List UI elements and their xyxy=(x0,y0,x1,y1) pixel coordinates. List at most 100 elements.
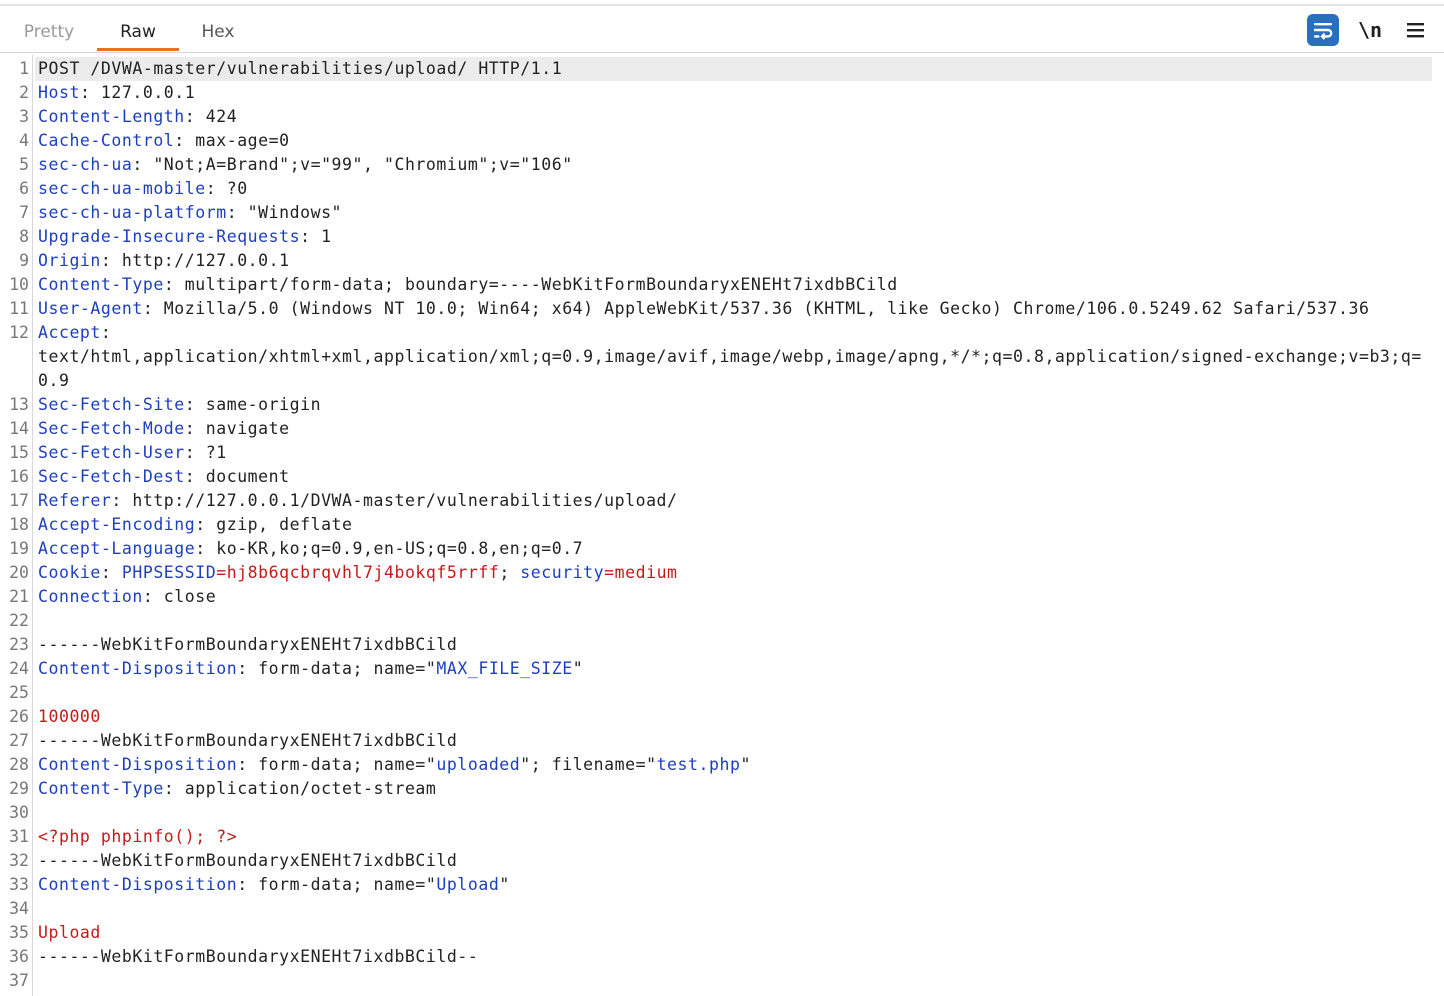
code-token: " xyxy=(740,755,751,774)
header-name: Content-Disposition xyxy=(38,875,238,894)
line-number: 26 xyxy=(9,707,29,726)
line-number: 8 xyxy=(19,227,29,246)
code-line[interactable]: Sec-Fetch-Dest: document xyxy=(38,465,290,489)
code-line[interactable]: Referer: http://127.0.0.1/DVWA-master/vu… xyxy=(38,489,678,513)
code-line[interactable]: Sec-Fetch-Mode: navigate xyxy=(38,417,290,441)
code-line[interactable]: 100000 xyxy=(38,705,101,729)
header-name: Origin xyxy=(38,251,101,270)
code-line[interactable]: Sec-Fetch-User: ?1 xyxy=(38,441,227,465)
header-name: sec-ch-ua xyxy=(38,155,133,174)
code-token: =medium xyxy=(604,563,678,582)
line-number: 36 xyxy=(9,947,29,966)
line-number: 31 xyxy=(9,827,29,846)
code-line[interactable]: sec-ch-ua-platform: "Windows" xyxy=(38,201,342,225)
code-token: ------WebKitFormBoundaryxENEHt7ixdbBCild xyxy=(38,635,458,654)
header-name: Content-Type xyxy=(38,779,164,798)
line-number: 32 xyxy=(9,851,29,870)
header-name: Referer xyxy=(38,491,112,510)
header-name: sec-ch-ua-mobile xyxy=(38,179,206,198)
code-token: : 1 xyxy=(300,227,332,246)
code-line[interactable]: Sec-Fetch-Site: same-origin xyxy=(38,393,321,417)
view-tab-bar: Pretty Raw Hex \n xyxy=(0,6,1444,53)
line-number: 11 xyxy=(9,299,29,318)
header-name: sec-ch-ua-platform xyxy=(38,203,227,222)
code-token: ; xyxy=(499,563,521,582)
header-name: Sec-Fetch-Mode xyxy=(38,419,185,438)
code-token: : "Not;A=Brand";v="99", "Chromium";v="10… xyxy=(132,155,573,174)
code-line[interactable]: sec-ch-ua-mobile: ?0 xyxy=(38,177,248,201)
header-name: Upgrade-Insecure-Requests xyxy=(38,227,301,246)
code-token: <?php phpinfo(); ?> xyxy=(38,827,238,846)
text-wrap-button[interactable] xyxy=(1307,14,1339,46)
code-line[interactable]: Upgrade-Insecure-Requests: 1 xyxy=(38,225,332,249)
code-line[interactable]: Content-Disposition: form-data; name="up… xyxy=(38,753,751,777)
line-number: 20 xyxy=(9,563,29,582)
code-token: "; filename=" xyxy=(520,755,657,774)
header-name: Sec-Fetch-Site xyxy=(38,395,185,414)
line-number: 9 xyxy=(19,251,29,270)
header-name: Accept-Encoding xyxy=(38,515,196,534)
code-token: text/html,application/xhtml+xml,applicat… xyxy=(38,347,1422,366)
line-number: 34 xyxy=(9,899,29,918)
code-line[interactable]: Content-Disposition: form-data; name="Up… xyxy=(38,873,510,897)
code-line[interactable]: Content-Length: 424 xyxy=(38,105,237,129)
code-token: Upload xyxy=(436,875,500,894)
raw-request-editor[interactable]: 1 POST /DVWA-master/vulnerabilities/uploa… xyxy=(0,55,1444,996)
tab-raw[interactable]: Raw xyxy=(97,6,179,52)
code-line[interactable]: POST /DVWA-master/vulnerabilities/upload… xyxy=(38,57,562,81)
line-number: 27 xyxy=(9,731,29,750)
header-name: Cookie xyxy=(38,563,101,582)
code-line[interactable]: Content-Type: application/octet-stream xyxy=(38,777,436,801)
code-line[interactable]: ------WebKitFormBoundaryxENEHt7ixdbBCild xyxy=(38,729,457,753)
code-token: : gzip, deflate xyxy=(195,515,353,534)
code-token: POST /DVWA-master/vulnerabilities/upload… xyxy=(38,59,563,78)
code-line[interactable]: Host: 127.0.0.1 xyxy=(38,81,195,105)
code-token: : xyxy=(100,323,112,342)
code-line[interactable]: Accept-Language: ko-KR,ko;q=0.9,en-US;q=… xyxy=(38,537,583,561)
gutter-divider xyxy=(32,55,33,996)
tab-hex[interactable]: Hex xyxy=(189,6,247,52)
code-line[interactable]: <?php phpinfo(); ?> xyxy=(38,825,237,849)
menu-button[interactable] xyxy=(1400,14,1432,46)
line-number: 28 xyxy=(9,755,29,774)
code-token: : form-data; name=" xyxy=(237,875,437,894)
code-line[interactable]: Cookie: PHPSESSID=hj8b6qcbrqvhl7j4bokqf5… xyxy=(38,561,678,585)
code-line[interactable]: Content-Disposition: form-data; name="MA… xyxy=(38,657,583,681)
code-line[interactable]: Content-Type: multipart/form-data; bound… xyxy=(38,273,898,297)
code-line[interactable]: text/html,application/xhtml+xml,applicat… xyxy=(38,345,1422,369)
line-number: 6 xyxy=(19,179,29,198)
code-line[interactable]: ------WebKitFormBoundaryxENEHt7ixdbBCild xyxy=(38,849,457,873)
code-token: : xyxy=(100,563,122,582)
header-name: Host xyxy=(38,83,80,102)
code-line[interactable]: sec-ch-ua: "Not;A=Brand";v="99", "Chromi… xyxy=(38,153,573,177)
code-token: : navigate xyxy=(184,419,290,438)
code-line[interactable]: Origin: http://127.0.0.1 xyxy=(38,249,290,273)
line-number: 7 xyxy=(19,203,29,222)
code-line[interactable]: Cache-Control: max-age=0 xyxy=(38,129,290,153)
line-number: 21 xyxy=(9,587,29,606)
code-token: : application/octet-stream xyxy=(163,779,437,798)
line-number: 3 xyxy=(19,107,29,126)
code-token: : Mozilla/5.0 (Windows NT 10.0; Win64; x… xyxy=(142,299,1370,318)
code-line[interactable]: Connection: close xyxy=(38,585,216,609)
code-token: security xyxy=(520,563,605,582)
text-wrap-icon xyxy=(1314,23,1333,40)
code-token: : 127.0.0.1 xyxy=(79,83,196,102)
tab-pretty[interactable]: Pretty xyxy=(14,6,84,52)
line-number: 19 xyxy=(9,539,29,558)
code-line[interactable]: ------WebKitFormBoundaryxENEHt7ixdbBCild xyxy=(38,633,457,657)
code-token: 100000 xyxy=(38,707,101,726)
code-token: : http://127.0.0.1 xyxy=(100,251,290,270)
code-line[interactable]: ------WebKitFormBoundaryxENEHt7ixdbBCild… xyxy=(38,945,478,969)
code-line[interactable]: User-Agent: Mozilla/5.0 (Windows NT 10.0… xyxy=(38,297,1369,321)
code-line[interactable]: Upload xyxy=(38,921,101,945)
code-line[interactable]: Accept-Encoding: gzip, deflate xyxy=(38,513,353,537)
code-line[interactable]: Accept: xyxy=(38,321,111,345)
code-line[interactable]: 0.9 xyxy=(38,369,69,393)
code-token: PHPSESSID xyxy=(121,563,217,582)
code-token: : ?0 xyxy=(205,179,248,198)
code-token: MAX_FILE_SIZE xyxy=(436,659,573,678)
line-number: 23 xyxy=(9,635,29,654)
show-newlines-button[interactable]: \n xyxy=(1354,14,1386,46)
code-token: =hj8b6qcbrqvhl7j4bokqf5rrff xyxy=(216,563,500,582)
